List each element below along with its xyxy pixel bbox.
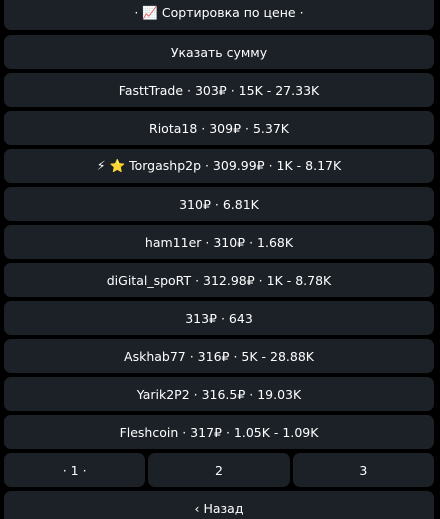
offer-button-ham11er[interactable]: ham11er · 310₽ · 1.68K xyxy=(4,225,434,259)
specify-amount-button[interactable]: Указать сумму xyxy=(4,35,434,69)
offer-button-fleshcoin[interactable]: Fleshcoin · 317₽ · 1.05K - 1.09K xyxy=(4,415,434,449)
back-button[interactable]: ‹ Назад xyxy=(4,491,434,519)
keyboard-row-offer: FasttTrade · 303₽ · 15K - 27.33K xyxy=(4,73,434,107)
offer-label: Fleshcoin · 317₽ · 1.05K - 1.09K xyxy=(119,424,319,440)
offer-label: Askhab77 · 316₽ · 5K - 28.88K xyxy=(124,348,314,364)
keyboard-row-offer: Askhab77 · 316₽ · 5K - 28.88K xyxy=(4,339,434,373)
inline-keyboard: · 📈 Сортировка по цене · Указать сумму F… xyxy=(0,0,440,519)
page-label: 2 xyxy=(215,462,223,478)
offer-button-fastttrade[interactable]: FasttTrade · 303₽ · 15K - 27.33K xyxy=(4,73,434,107)
offer-label: FasttTrade · 303₽ · 15K - 27.33K xyxy=(118,82,320,98)
offer-label: Yarik2P2 · 316.5₽ · 19.03K xyxy=(136,386,302,402)
keyboard-row-offer: Riota18 · 309₽ · 5.37K xyxy=(4,111,434,145)
keyboard-row-offer: 313₽ · 643 xyxy=(4,301,434,335)
page-label: 3 xyxy=(359,462,368,478)
offer-label: ⚡ ⭐ Torgashp2p · 309.99₽ · 1K - 8.17K xyxy=(96,158,342,173)
sort-by-price-button[interactable]: · 📈 Сортировка по цене · xyxy=(4,0,434,30)
keyboard-row-sort: · 📈 Сортировка по цене · xyxy=(4,0,434,30)
offer-label: 310₽ · 6.81K xyxy=(179,196,259,212)
keyboard-row-offer: Fleshcoin · 317₽ · 1.05K - 1.09K xyxy=(4,415,434,449)
page-label: · 1 · xyxy=(62,462,87,478)
offer-button-digital-sport[interactable]: diGital_spoRT · 312.98₽ · 1K - 8.78K xyxy=(4,263,434,297)
keyboard-row-offer: ham11er · 310₽ · 1.68K xyxy=(4,225,434,259)
offer-button-310[interactable]: 310₽ · 6.81K xyxy=(4,187,434,221)
sort-by-price-label: · 📈 Сортировка по цене · xyxy=(134,5,304,20)
page-button-2[interactable]: 2 xyxy=(148,453,290,487)
keyboard-row-offer: diGital_spoRT · 312.98₽ · 1K - 8.78K xyxy=(4,263,434,297)
offer-button-askhab77[interactable]: Askhab77 · 316₽ · 5K - 28.88K xyxy=(4,339,434,373)
offer-button-torgashp2p[interactable]: ⚡ ⭐ Torgashp2p · 309.99₽ · 1K - 8.17K xyxy=(4,149,434,183)
keyboard-row-pagination: · 1 · 2 3 xyxy=(4,453,434,487)
keyboard-row-amount: Указать сумму xyxy=(4,35,434,69)
keyboard-row-offer: Yarik2P2 · 316.5₽ · 19.03K xyxy=(4,377,434,411)
offer-label: Riota18 · 309₽ · 5.37K xyxy=(149,120,289,136)
back-label: ‹ Назад xyxy=(194,500,244,516)
keyboard-row-back: ‹ Назад xyxy=(4,491,434,519)
keyboard-row-offer: 310₽ · 6.81K xyxy=(4,187,434,221)
offer-label: diGital_spoRT · 312.98₽ · 1K - 8.78K xyxy=(106,272,332,288)
offer-button-yarik2p2[interactable]: Yarik2P2 · 316.5₽ · 19.03K xyxy=(4,377,434,411)
offer-button-riota18[interactable]: Riota18 · 309₽ · 5.37K xyxy=(4,111,434,145)
offer-label: ham11er · 310₽ · 1.68K xyxy=(144,234,294,250)
specify-amount-label: Указать сумму xyxy=(170,44,268,60)
offer-button-313[interactable]: 313₽ · 643 xyxy=(4,301,434,335)
page-button-3[interactable]: 3 xyxy=(292,453,434,487)
keyboard-row-offer: ⚡ ⭐ Torgashp2p · 309.99₽ · 1K - 8.17K xyxy=(4,149,434,183)
page-button-1[interactable]: · 1 · xyxy=(4,453,146,487)
offer-label: 313₽ · 643 xyxy=(185,310,253,326)
